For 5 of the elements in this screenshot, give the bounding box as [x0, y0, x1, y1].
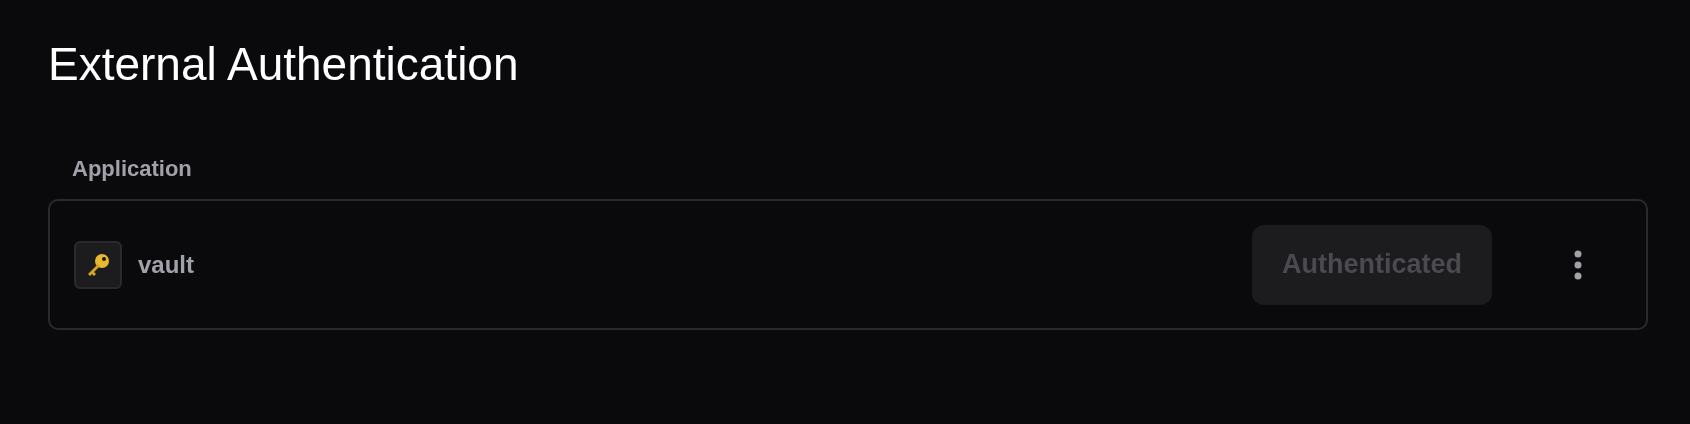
more-options-icon[interactable] [1574, 249, 1582, 280]
column-header: Application [72, 155, 192, 183]
key-icon [74, 240, 122, 289]
application-name: vault [138, 249, 194, 280]
page-title: External Authentication [48, 37, 519, 92]
